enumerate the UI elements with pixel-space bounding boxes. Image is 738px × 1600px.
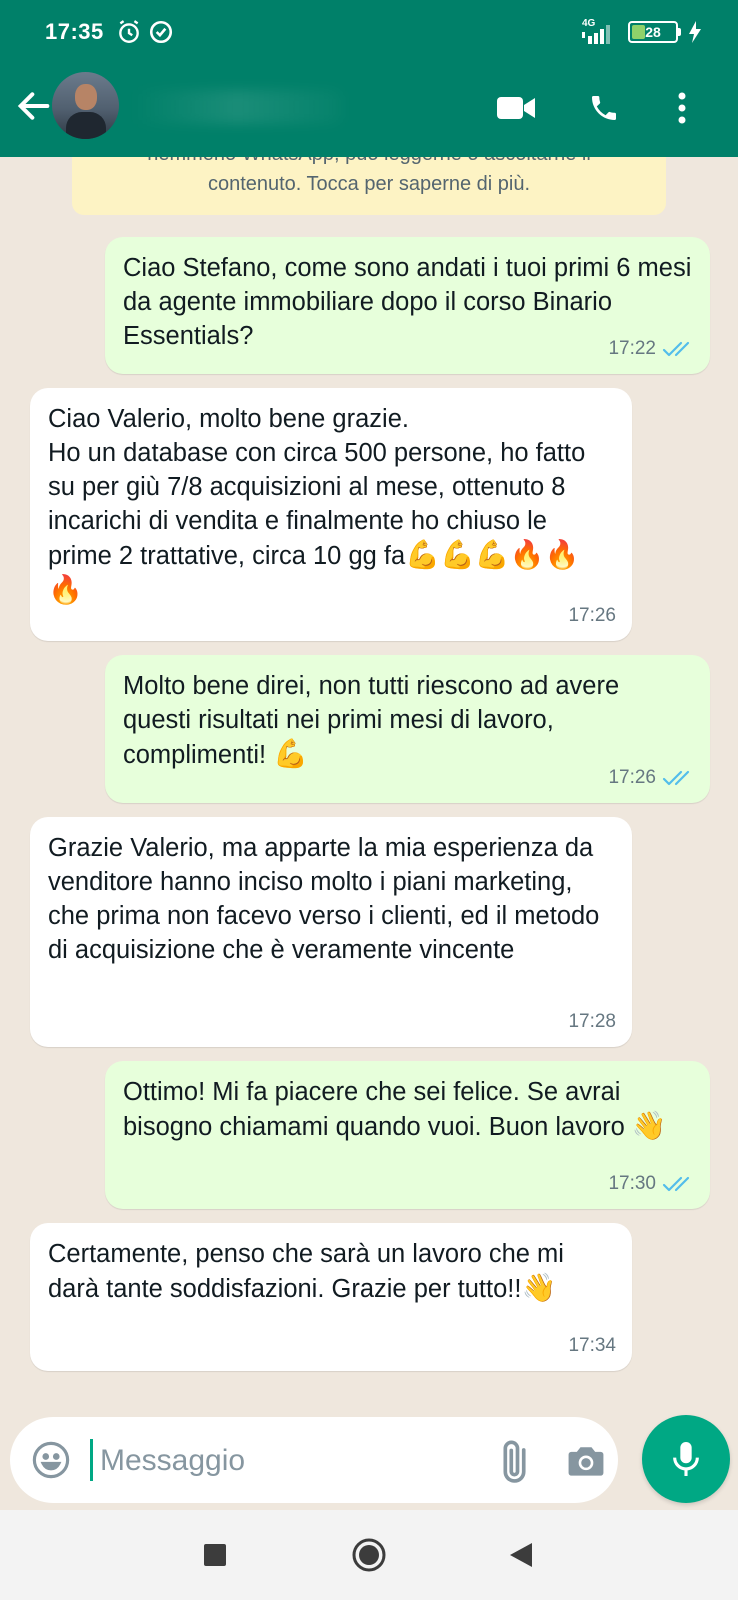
message-time: 17:30 <box>608 1173 656 1194</box>
encryption-notice-line1: nemmeno WhatsApp, può leggerne o ascolta… <box>72 157 666 169</box>
message-bubble-outgoing[interactable]: Ciao Stefano, come sono andati i tuoi pr… <box>105 237 710 374</box>
signal-icon: 4G <box>578 18 618 46</box>
message-time: 17:34 <box>568 1335 616 1356</box>
message-meta: 17:34 <box>568 1329 616 1363</box>
message-time: 17:28 <box>568 1011 616 1032</box>
text-cursor <box>90 1439 93 1481</box>
message-bubble-outgoing[interactable]: Molto bene direi, non tutti riescono ad … <box>105 655 710 803</box>
message-input-container[interactable] <box>10 1417 618 1503</box>
message-text: Ciao Valerio, molto bene grazie. Ho un d… <box>48 405 586 606</box>
battery-indicator: 28 <box>628 21 681 43</box>
message-bubble-outgoing[interactable]: Ottimo! Mi fa piacere che sei felice. Se… <box>105 1061 710 1209</box>
app-header: 17:35 4G 28 <box>0 0 738 157</box>
status-time: 17:35 <box>45 19 104 44</box>
read-ticks-icon <box>662 341 690 357</box>
back-nav-icon[interactable] <box>501 1535 541 1575</box>
message-bubble-incoming[interactable]: Ciao Valerio, molto bene grazie. Ho un d… <box>30 388 632 641</box>
emoji-wave: 👋 <box>631 1109 667 1142</box>
read-ticks-icon <box>662 770 690 786</box>
message-input[interactable] <box>100 1441 480 1481</box>
encryption-notice-line2: contenuto. Tocca per saperne di più. <box>207 173 531 195</box>
message-text: Certamente, penso che sarà un lavoro che… <box>48 1240 564 1304</box>
network-type: 4G <box>582 18 596 29</box>
composer-bar <box>0 1415 738 1510</box>
message-meta: 17:28 <box>568 1005 616 1039</box>
message-meta: 17:26 <box>608 761 694 795</box>
camera-icon[interactable] <box>564 1439 608 1483</box>
chat-toolbar <box>0 64 738 157</box>
emoji-flex: 💪 <box>273 737 309 770</box>
arrow-back-icon[interactable] <box>14 86 54 126</box>
message-meta: 17:26 <box>568 599 616 633</box>
message-time: 17:26 <box>568 605 616 626</box>
message-time: 17:22 <box>608 338 656 359</box>
message-meta: 17:30 <box>608 1167 694 1201</box>
message-bubble-incoming[interactable]: Certamente, penso che sarà un lavoro che… <box>30 1223 632 1371</box>
encryption-notice[interactable]: nemmeno WhatsApp, può leggerne o ascolta… <box>72 157 666 215</box>
attach-icon[interactable] <box>492 1439 536 1483</box>
alarm-icon <box>119 20 139 43</box>
status-bar: 17:35 4G 28 <box>0 0 738 64</box>
message-time: 17:26 <box>608 767 656 788</box>
mic-icon <box>673 1442 699 1476</box>
video-call-icon[interactable] <box>494 86 538 130</box>
read-ticks-icon <box>662 1176 690 1192</box>
data-saver-icon <box>149 20 173 44</box>
battery-level: 28 <box>645 24 661 40</box>
emoji-icon[interactable] <box>30 1439 72 1481</box>
emoji-wave: 👋 <box>521 1271 557 1304</box>
home-icon[interactable] <box>349 1535 389 1575</box>
system-navigation-bar <box>0 1510 738 1600</box>
message-meta: 17:22 <box>608 332 694 366</box>
more-vert-icon[interactable] <box>660 86 704 130</box>
message-text: Molto bene direi, non tutti riescono ad … <box>123 672 620 770</box>
avatar[interactable] <box>52 72 119 139</box>
contact-name[interactable] <box>132 90 342 124</box>
message-text: Ciao Stefano, come sono andati i tuoi pr… <box>123 254 692 350</box>
chat-area[interactable]: nemmeno WhatsApp, può leggerne o ascolta… <box>0 157 738 1422</box>
charging-icon <box>689 21 701 43</box>
message-text: Grazie Valerio, ma apparte la mia esperi… <box>48 834 600 964</box>
recents-icon[interactable] <box>195 1535 235 1575</box>
voice-message-button[interactable] <box>642 1415 730 1503</box>
message-text: Ottimo! Mi fa piacere che sei felice. Se… <box>123 1078 667 1142</box>
message-bubble-incoming[interactable]: Grazie Valerio, ma apparte la mia esperi… <box>30 817 632 1047</box>
phone-icon[interactable] <box>582 86 626 130</box>
